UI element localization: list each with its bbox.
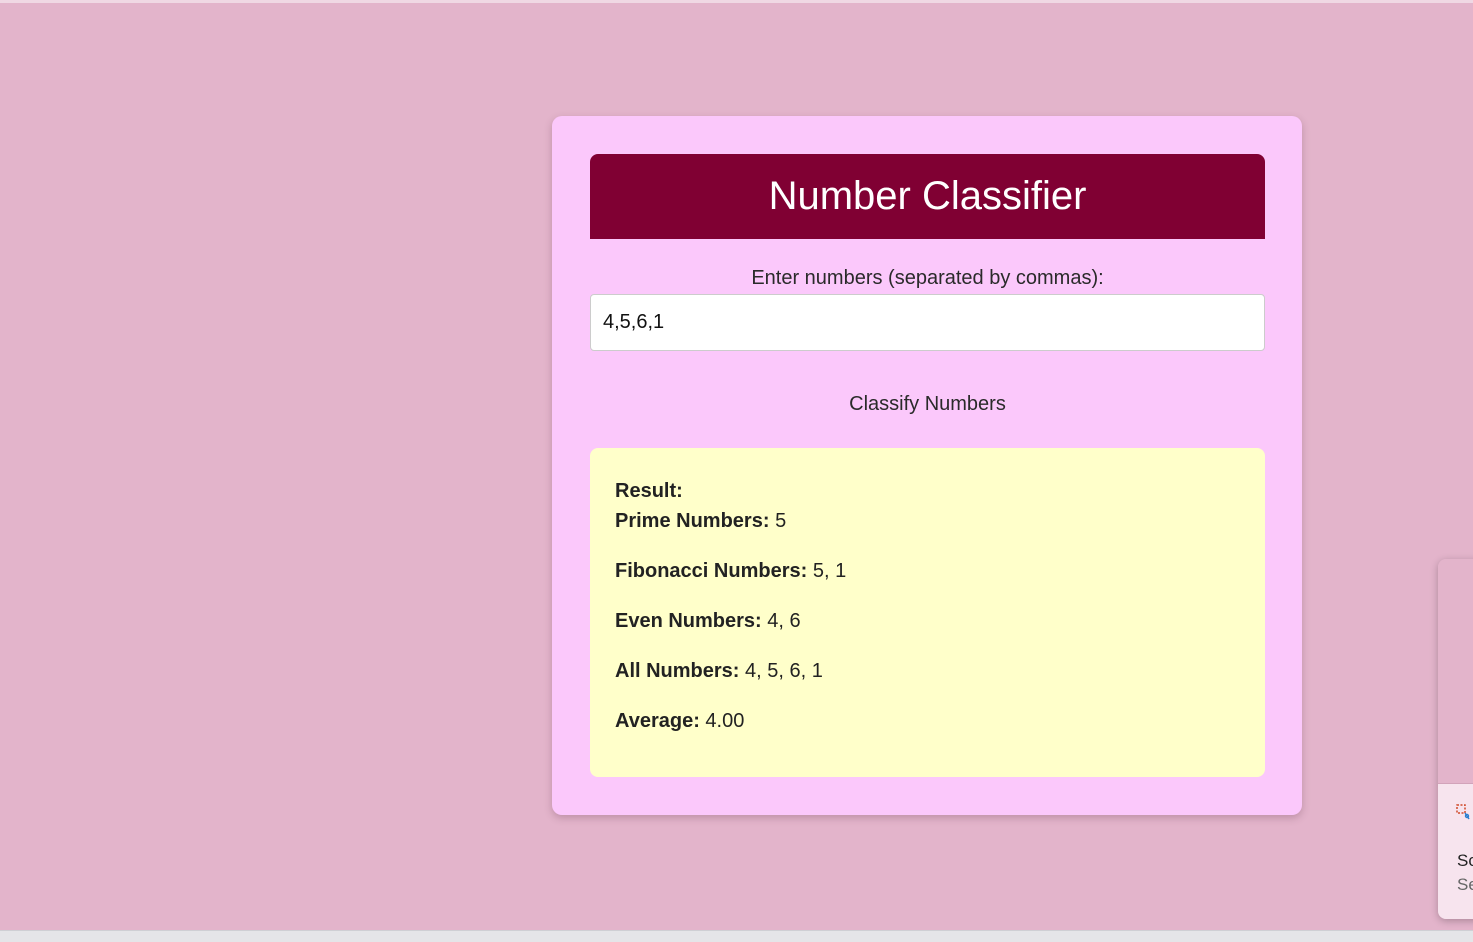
result-label: Prime Numbers: [615, 510, 770, 532]
result-value: 5 [775, 510, 787, 532]
window-bottom-edge [0, 930, 1473, 942]
result-even-numbers: Even Numbers: 4, 6 [615, 606, 1240, 636]
classifier-card: Number Classifier Enter numbers (separat… [552, 116, 1302, 815]
numbers-input[interactable] [590, 294, 1265, 351]
notification-body: Sc Se [1438, 784, 1473, 919]
result-label: Even Numbers: [615, 610, 762, 632]
notification-title: Sc [1457, 851, 1473, 870]
result-value: 4, 5, 6, 1 [745, 660, 823, 682]
result-box: Result: Prime Numbers: 5 Fibonacci Numbe… [590, 448, 1265, 777]
notification-subtitle: Se [1457, 875, 1473, 894]
numbers-input-label: Enter numbers (separated by commas): [751, 267, 1104, 289]
result-prime-numbers: Prime Numbers: 5 [615, 506, 1240, 536]
notification-preview [1438, 559, 1473, 784]
header-banner: Number Classifier [590, 154, 1265, 239]
result-value: 5, 1 [812, 560, 847, 582]
result-fibonacci-numbers: Fibonacci Numbers: 5, 1 [615, 556, 1240, 586]
page-title: Number Classifier [768, 174, 1087, 218]
classify-button[interactable]: Classify Numbers [590, 384, 1265, 424]
result-label: Average: [615, 710, 700, 732]
result-all-numbers: All Numbers: 4, 5, 6, 1 [615, 656, 1240, 686]
notification-popup[interactable]: Sc Se [1438, 559, 1473, 919]
page: Number Classifier Enter numbers (separat… [0, 0, 1473, 942]
result-label: All Numbers: [615, 660, 740, 682]
result-value: 4.00 [705, 710, 745, 732]
result-title: Result: [615, 480, 683, 502]
result-average: Average: 4.00 [615, 706, 1240, 736]
snipping-tool-icon [1456, 804, 1470, 820]
result-label: Fibonacci Numbers: [615, 560, 808, 582]
result-value: 4, 6 [767, 610, 801, 632]
